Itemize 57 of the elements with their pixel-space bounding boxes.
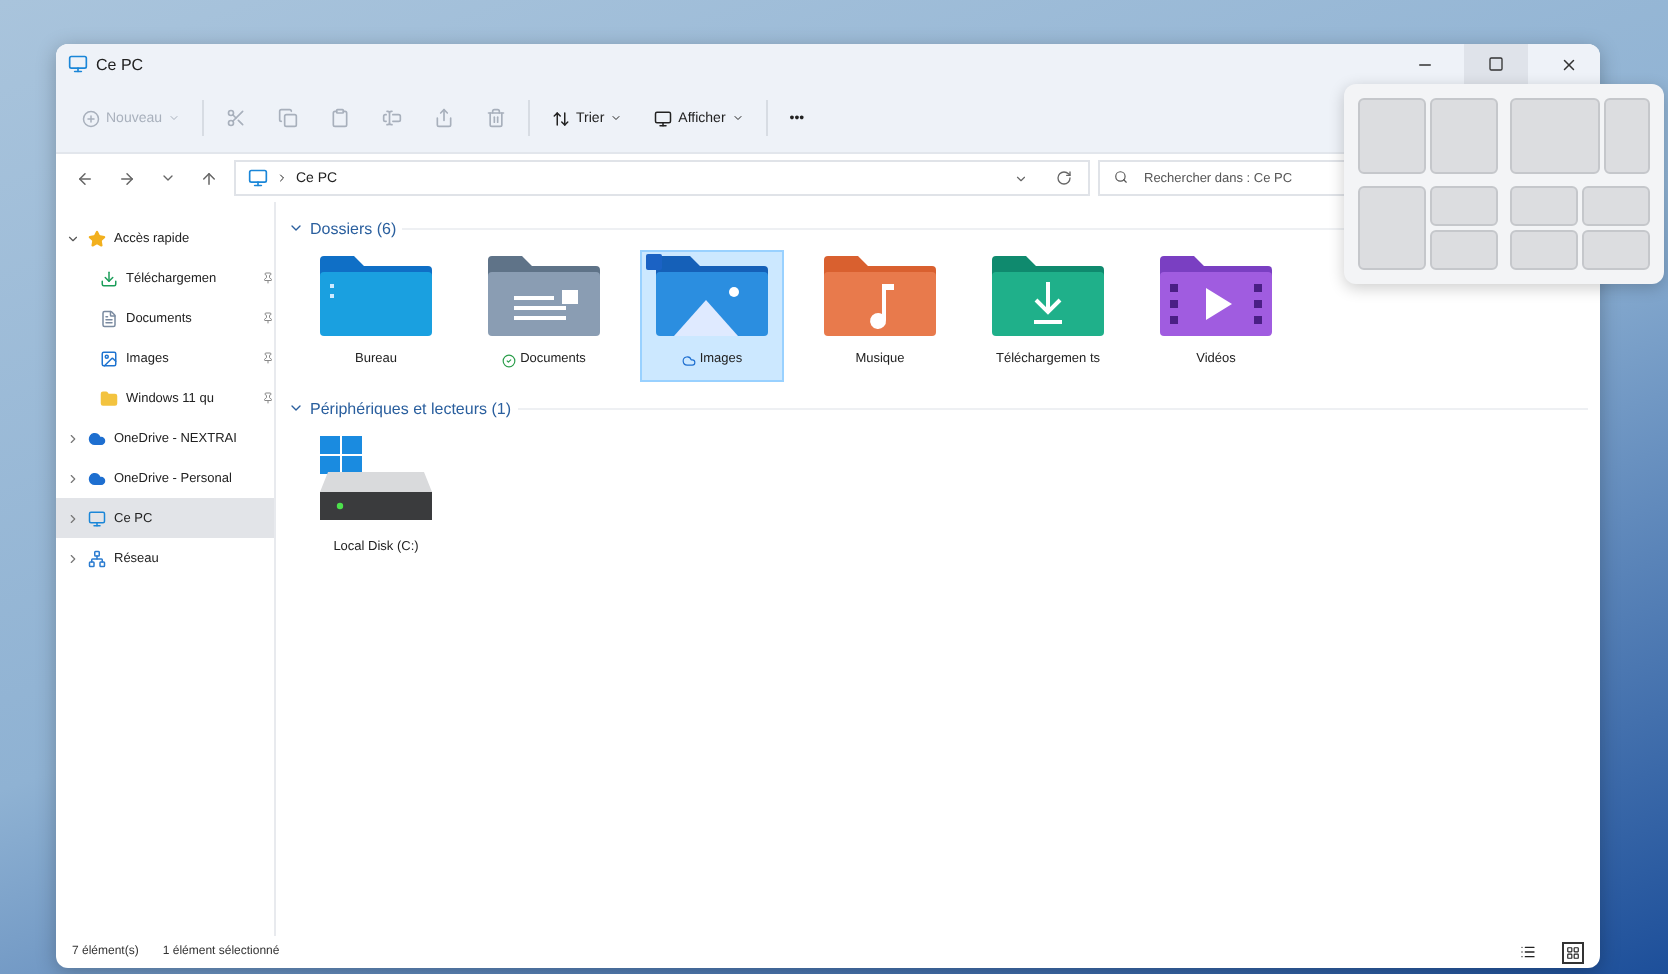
folder-icon bbox=[318, 256, 434, 336]
tiles-view-button[interactable] bbox=[1562, 941, 1584, 963]
scissors-icon bbox=[226, 108, 247, 128]
cloud-icon bbox=[88, 469, 106, 487]
chevron-icon bbox=[276, 172, 288, 184]
drive-icon bbox=[316, 436, 436, 524]
list-icon bbox=[1519, 944, 1535, 960]
cloud-icon bbox=[88, 429, 106, 447]
arrow-up-icon bbox=[200, 169, 218, 187]
image-icon bbox=[100, 349, 118, 367]
folder-icon bbox=[1158, 256, 1274, 336]
download-icon bbox=[100, 269, 118, 287]
cloud-icon bbox=[681, 353, 696, 368]
monitor-icon bbox=[248, 168, 268, 188]
chevron-icon[interactable] bbox=[66, 231, 80, 245]
arrow-left-icon bbox=[76, 169, 94, 187]
monitor-icon bbox=[654, 109, 673, 127]
folder-icon bbox=[822, 256, 938, 336]
search-icon bbox=[1114, 170, 1128, 184]
folder-icon bbox=[990, 256, 1106, 336]
window-title: Ce PC bbox=[96, 55, 146, 73]
chevron-icon[interactable] bbox=[288, 220, 304, 236]
caret-icon bbox=[610, 112, 623, 124]
monitor-icon bbox=[88, 509, 106, 527]
chevron-icon[interactable] bbox=[66, 511, 80, 525]
trash-icon bbox=[486, 108, 507, 128]
folder-icon bbox=[100, 389, 118, 407]
maximize-button[interactable] bbox=[1464, 44, 1528, 84]
section-title: Périphériques et lecteurs (1) bbox=[310, 399, 511, 417]
chevron-icon[interactable] bbox=[66, 551, 80, 565]
section-title: Dossiers (6) bbox=[310, 219, 397, 237]
caret-icon bbox=[168, 112, 181, 124]
synced-icon bbox=[502, 353, 517, 368]
chevron-icon[interactable] bbox=[1014, 171, 1028, 185]
rename-icon bbox=[382, 108, 403, 128]
plus-circle-icon bbox=[82, 109, 100, 127]
chevron-icon[interactable] bbox=[288, 400, 304, 416]
grid-icon bbox=[1566, 945, 1580, 959]
maximize-icon bbox=[1488, 56, 1504, 72]
network-icon bbox=[88, 549, 106, 567]
chevron-icon[interactable] bbox=[66, 431, 80, 445]
checkbox-icon[interactable] bbox=[646, 254, 662, 270]
share-icon bbox=[434, 108, 455, 128]
sort-icon bbox=[552, 109, 571, 127]
chevron-icon bbox=[160, 170, 176, 186]
folder-icon bbox=[486, 256, 602, 336]
star-icon bbox=[88, 229, 106, 247]
clipboard-icon bbox=[330, 108, 351, 128]
document-icon bbox=[100, 309, 118, 327]
chevron-icon[interactable] bbox=[66, 471, 80, 485]
copy-icon bbox=[278, 108, 299, 128]
folder-icon bbox=[654, 256, 770, 336]
refresh-icon[interactable] bbox=[1056, 170, 1072, 186]
caret-icon bbox=[731, 112, 744, 124]
close-icon bbox=[1559, 55, 1577, 73]
monitor-icon bbox=[68, 54, 88, 74]
arrow-right-icon bbox=[118, 169, 136, 187]
